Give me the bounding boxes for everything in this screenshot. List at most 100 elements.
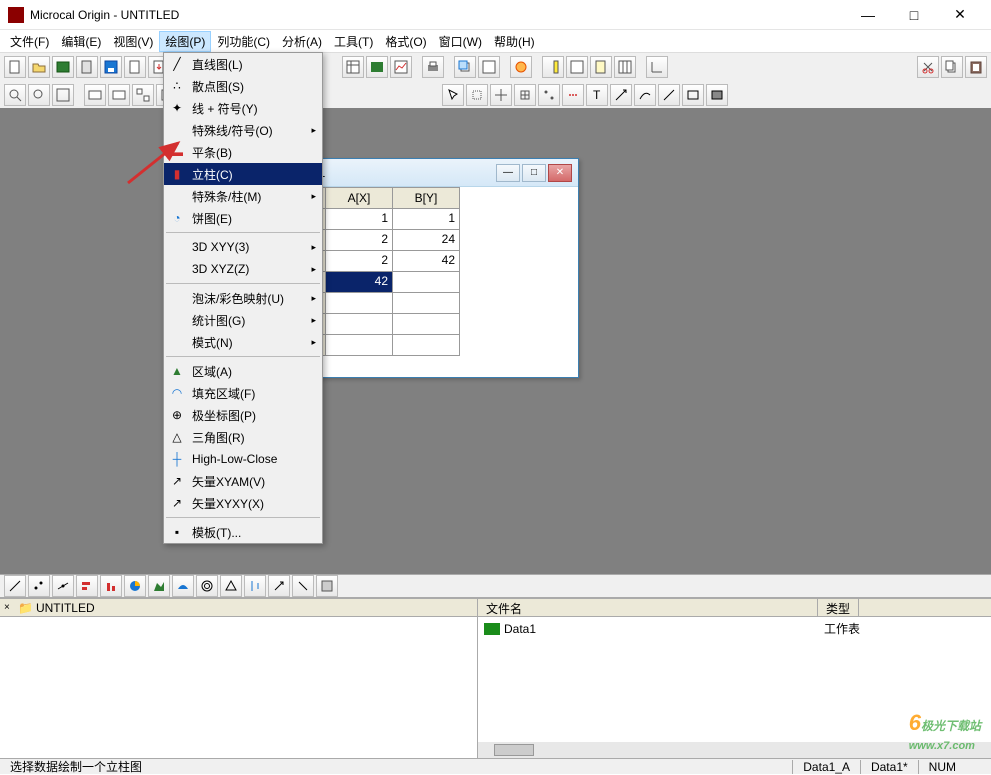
tool-arrow[interactable] [610, 84, 632, 106]
menu-file[interactable]: 文件(F) [4, 31, 55, 52]
tb-zoomin[interactable] [4, 84, 26, 106]
tb-addcol[interactable] [542, 56, 564, 78]
tool-text[interactable]: T [586, 84, 608, 106]
tb-matrix[interactable] [614, 56, 636, 78]
menu-plot[interactable]: 绘图(P) [159, 31, 211, 52]
close-button[interactable]: ✕ [937, 0, 983, 30]
dd-ternary[interactable]: △三角图(R) [164, 426, 322, 448]
tb-new[interactable] [4, 56, 26, 78]
tb-layer1[interactable] [84, 84, 106, 106]
cell[interactable]: 1 [325, 208, 393, 230]
tb-results[interactable] [510, 56, 532, 78]
data-window[interactable]: ata1 — □ ✕ 1 2 3 4 5 6 7 A[X] B[Y] 11 [295, 158, 579, 378]
tool-reader[interactable] [490, 84, 512, 106]
tb-save-template[interactable] [124, 56, 146, 78]
cell[interactable]: 42 [392, 250, 460, 272]
dd-special-line[interactable]: 特殊线/符号(O)▸ [164, 119, 322, 141]
dd-hlc[interactable]: ┼High-Low-Close [164, 448, 322, 470]
tb-open[interactable] [28, 56, 50, 78]
menu-column[interactable]: 列功能(C) [211, 31, 276, 52]
child-maximize[interactable]: □ [522, 164, 546, 182]
dd-vxyxy[interactable]: ↗矢量XYXY(X) [164, 492, 322, 514]
pt-column[interactable] [100, 575, 122, 597]
dd-vxyam[interactable]: ↗矢量XYAM(V) [164, 470, 322, 492]
tool-line[interactable] [658, 84, 680, 106]
menu-view[interactable]: 视图(V) [107, 31, 159, 52]
tb-paste[interactable] [965, 56, 987, 78]
pt-linesym[interactable] [52, 575, 74, 597]
project-root[interactable]: UNTITLED [36, 601, 95, 615]
tb-open-excel[interactable] [52, 56, 74, 78]
tool-more[interactable] [706, 84, 728, 106]
dd-line[interactable]: ╱直线图(L) [164, 53, 322, 75]
cell[interactable] [392, 292, 460, 314]
menu-window[interactable]: 窗口(W) [433, 31, 488, 52]
menu-edit[interactable]: 编辑(E) [55, 31, 107, 52]
tool-curved-arrow[interactable] [634, 84, 656, 106]
dd-pie[interactable]: ◔饼图(E) [164, 207, 322, 229]
tb-graph[interactable] [390, 56, 412, 78]
tb-zoomout[interactable] [28, 84, 50, 106]
dd-3dxyz[interactable]: 3D XYZ(Z)▸ [164, 258, 322, 280]
tb-worksheet[interactable] [342, 56, 364, 78]
data-grid[interactable]: 1 2 3 4 5 6 7 A[X] B[Y] 11 224 242 42 [296, 187, 578, 356]
tb-layer2[interactable] [108, 84, 130, 106]
tb-copy[interactable] [941, 56, 963, 78]
pt-fillarea[interactable] [172, 575, 194, 597]
col-header-b[interactable]: B[Y] [392, 187, 460, 209]
pt-area[interactable] [148, 575, 170, 597]
pt-scatter[interactable] [28, 575, 50, 597]
dd-column[interactable]: ▮立柱(C) [164, 163, 322, 185]
dd-bubble[interactable]: 泡沫/彩色映射(U)▸ [164, 287, 322, 309]
cell[interactable] [392, 334, 460, 356]
tb-open-template[interactable] [76, 56, 98, 78]
menu-help[interactable]: 帮助(H) [488, 31, 541, 52]
tb-notes[interactable] [590, 56, 612, 78]
cell[interactable] [392, 313, 460, 335]
tb-refresh[interactable] [478, 56, 500, 78]
cell-selected[interactable]: 42 [325, 271, 393, 293]
menu-analysis[interactable]: 分析(A) [276, 31, 328, 52]
tb-cut[interactable] [917, 56, 939, 78]
pt-template[interactable] [316, 575, 338, 597]
cell[interactable] [392, 271, 460, 293]
col-type[interactable]: 类型 [818, 599, 859, 616]
dd-special-bar[interactable]: 特殊条/柱(M)▸ [164, 185, 322, 207]
dd-3dxyy[interactable]: 3D XYY(3)▸ [164, 236, 322, 258]
tool-screen-reader[interactable] [514, 84, 536, 106]
pt-polar[interactable] [196, 575, 218, 597]
pt-pie[interactable] [124, 575, 146, 597]
cell[interactable]: 2 [325, 229, 393, 251]
cell[interactable]: 2 [325, 250, 393, 272]
tool-pointer[interactable] [442, 84, 464, 106]
tb-save[interactable] [100, 56, 122, 78]
tool-zoom[interactable] [466, 84, 488, 106]
tb-zoom-all[interactable] [52, 84, 74, 106]
dd-bar[interactable]: ▬平条(B) [164, 141, 322, 163]
dd-stats[interactable]: 统计图(G)▸ [164, 309, 322, 331]
col-filename[interactable]: 文件名 [478, 599, 818, 616]
tool-rect[interactable] [682, 84, 704, 106]
minimize-button[interactable]: — [845, 0, 891, 30]
dd-area[interactable]: ▲区域(A) [164, 360, 322, 382]
cell[interactable]: 1 [392, 208, 460, 230]
child-minimize[interactable]: — [496, 164, 520, 182]
data-window-titlebar[interactable]: ata1 — □ ✕ [296, 159, 578, 187]
menu-tools[interactable]: 工具(T) [328, 31, 379, 52]
tb-duplicate[interactable] [454, 56, 476, 78]
dd-scatter[interactable]: ∴散点图(S) [164, 75, 322, 97]
tb-print[interactable] [422, 56, 444, 78]
cell[interactable] [325, 292, 393, 314]
tb-excel[interactable] [366, 56, 388, 78]
dd-mode[interactable]: 模式(N)▸ [164, 331, 322, 353]
maximize-button[interactable]: □ [891, 0, 937, 30]
pt-bar[interactable] [76, 575, 98, 597]
panel-close[interactable]: × [4, 602, 18, 613]
project-tree[interactable] [0, 617, 477, 758]
col-header-a[interactable]: A[X] [325, 187, 393, 209]
cell[interactable]: 24 [392, 229, 460, 251]
dd-polar[interactable]: ⊕极坐标图(P) [164, 404, 322, 426]
dd-fillarea[interactable]: ◠填充区域(F) [164, 382, 322, 404]
cell[interactable] [325, 313, 393, 335]
dd-linesymbol[interactable]: ✦线 + 符号(Y) [164, 97, 322, 119]
